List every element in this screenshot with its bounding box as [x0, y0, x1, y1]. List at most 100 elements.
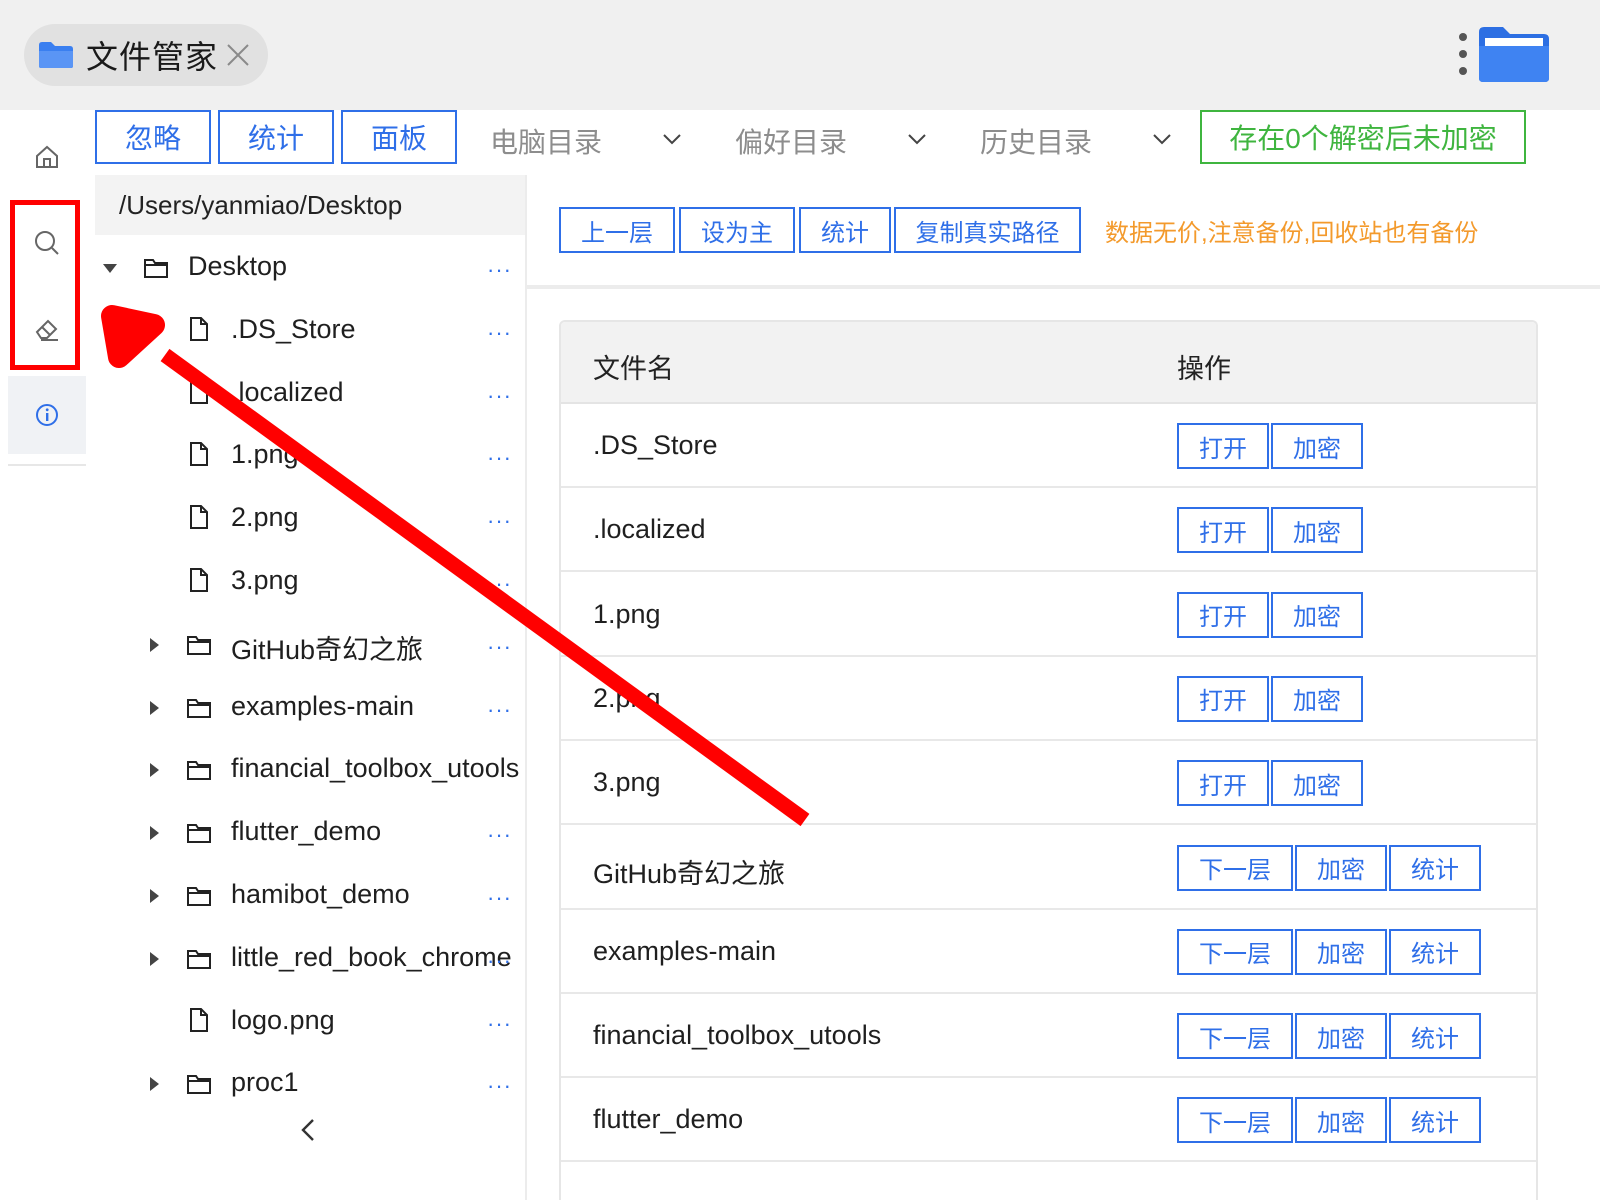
- more-options-icon[interactable]: ···: [487, 383, 512, 409]
- caret-right-icon[interactable]: [147, 951, 161, 966]
- chevron-down-icon: [1153, 134, 1171, 145]
- more-options-icon[interactable]: ···: [487, 822, 512, 848]
- encrypt-button[interactable]: 加密: [1271, 423, 1363, 469]
- file-table: 文件名 操作 .DS_Store 打开 加密 .localized 打开 加密 1.png 打…: [559, 320, 1538, 1200]
- backup-warning: 数据无价,注意备份,回收站也有备份: [1105, 220, 1479, 247]
- encrypt-button[interactable]: 加密: [1295, 928, 1387, 975]
- computer-dir-dropdown[interactable]: 电脑目录: [490, 118, 690, 164]
- more-options-icon[interactable]: ···: [487, 320, 512, 346]
- tree-item[interactable]: 1.png ···: [95, 425, 525, 487]
- tree-item[interactable]: proc1 ···: [95, 1053, 525, 1115]
- caret-right-icon[interactable]: [147, 889, 161, 903]
- open-button[interactable]: 打开: [1177, 760, 1269, 807]
- encrypt-button[interactable]: 加密: [1295, 1097, 1387, 1144]
- more-options-icon[interactable]: ···: [487, 948, 512, 974]
- more-options-icon[interactable]: ···: [487, 1011, 512, 1037]
- more-options-icon[interactable]: ···: [487, 257, 512, 283]
- stats-button[interactable]: 统计: [1389, 1097, 1481, 1144]
- tree-item[interactable]: GitHub奇幻之旅 ···: [95, 614, 525, 676]
- tree-item[interactable]: hamibot_demo ···: [95, 865, 525, 927]
- ignore-button[interactable]: 忽略: [95, 110, 211, 164]
- file-icon: [190, 505, 208, 530]
- caret-right-icon[interactable]: [147, 700, 161, 715]
- more-options-icon[interactable]: ···: [487, 508, 512, 534]
- stats-button[interactable]: 统计: [1389, 1013, 1481, 1060]
- go-up-button[interactable]: 上一层: [559, 207, 675, 253]
- panel-button[interactable]: 面板: [341, 110, 457, 164]
- caret-right-icon[interactable]: [147, 1077, 161, 1092]
- collapse-panel-icon[interactable]: [297, 1116, 321, 1144]
- table-row: .localized 打开 加密: [561, 488, 1536, 573]
- dropdown-label: 历史目录: [980, 127, 1093, 158]
- encrypt-button[interactable]: 加密: [1295, 1013, 1387, 1060]
- stats-button[interactable]: 统计: [1389, 928, 1481, 975]
- tree-item[interactable]: examples-main ···: [95, 677, 525, 739]
- encrypt-button[interactable]: 加密: [1295, 844, 1387, 891]
- folder-icon: [187, 698, 211, 718]
- annotation-highlight-box: [10, 200, 80, 370]
- stats-button[interactable]: 统计: [218, 110, 334, 164]
- app-tab[interactable]: 文件管家: [24, 24, 268, 86]
- open-button[interactable]: 打开: [1177, 591, 1269, 638]
- info-icon: [36, 404, 58, 426]
- tree-item[interactable]: 3.png ···: [95, 551, 525, 613]
- more-options-icon[interactable]: ···: [487, 445, 512, 471]
- caret-right-icon[interactable]: [147, 763, 161, 778]
- encrypt-button[interactable]: 加密: [1271, 675, 1363, 722]
- file-icon: [190, 442, 208, 467]
- next-level-button[interactable]: 下一层: [1177, 844, 1293, 891]
- next-level-button[interactable]: 下一层: [1177, 1097, 1293, 1144]
- open-button[interactable]: 打开: [1177, 423, 1269, 469]
- home-icon: [36, 145, 58, 168]
- tree-item[interactable]: flutter_demo ···: [95, 802, 525, 864]
- tree-item-label: 2.png: [231, 502, 299, 533]
- caret-right-icon[interactable]: [147, 826, 161, 841]
- more-menu-icon[interactable]: [1456, 33, 1470, 75]
- tree-root-path: /Users/yanmiao/Desktop: [95, 175, 525, 235]
- open-button[interactable]: 打开: [1177, 675, 1269, 722]
- tree-item[interactable]: .DS_Store ···: [95, 300, 525, 362]
- sidebar-item-about[interactable]: [8, 376, 86, 454]
- stats-button[interactable]: 统计: [1389, 844, 1481, 891]
- more-options-icon[interactable]: ···: [487, 634, 512, 660]
- open-button[interactable]: 打开: [1177, 507, 1269, 554]
- panel-divider[interactable]: [525, 175, 527, 1200]
- unencrypted-status-button[interactable]: 存在0个解密后未加密: [1200, 110, 1526, 164]
- tree-item[interactable]: little_red_book_chrome ···: [95, 928, 525, 990]
- encrypt-button[interactable]: 加密: [1271, 507, 1363, 554]
- folder-icon: [187, 635, 211, 655]
- caret-down-icon[interactable]: [103, 261, 117, 275]
- favorite-dir-dropdown[interactable]: 偏好目录: [735, 118, 935, 164]
- copy-real-path-button[interactable]: 复制真实路径: [894, 207, 1081, 253]
- dir-stats-button[interactable]: 统计: [799, 207, 891, 253]
- encrypt-button[interactable]: 加密: [1271, 760, 1363, 807]
- more-options-icon[interactable]: ···: [487, 571, 512, 597]
- caret-right-icon[interactable]: [147, 637, 161, 652]
- table-row: examples-main 下一层 加密 统计: [561, 910, 1536, 994]
- tree-item[interactable]: logo.png ···: [95, 991, 525, 1053]
- tree-item-label: .localized: [231, 376, 344, 407]
- close-icon[interactable]: [226, 43, 250, 67]
- next-level-button[interactable]: 下一层: [1177, 1013, 1293, 1060]
- chevron-down-icon: [908, 134, 926, 145]
- tree-item[interactable]: Desktop ···: [95, 237, 525, 299]
- file-name-cell: flutter_demo: [593, 1104, 744, 1135]
- history-dir-dropdown[interactable]: 历史目录: [980, 118, 1180, 164]
- table-row: .DS_Store 打开 加密: [561, 404, 1536, 488]
- tree-item[interactable]: financial_toolbox_utools: [95, 739, 525, 801]
- tree-item[interactable]: .localized ···: [95, 363, 525, 425]
- set-main-button[interactable]: 设为主: [679, 207, 795, 253]
- more-options-icon[interactable]: ···: [487, 697, 512, 723]
- sidebar-item-home[interactable]: [8, 118, 86, 196]
- next-level-button[interactable]: 下一层: [1177, 928, 1293, 975]
- tree-item-label: little_red_book_chrome: [231, 941, 512, 972]
- column-header-actions: 操作: [1177, 354, 1231, 384]
- more-options-icon[interactable]: ···: [487, 885, 512, 911]
- encrypt-button[interactable]: 加密: [1271, 591, 1363, 638]
- table-header: 文件名 操作: [561, 322, 1536, 404]
- app-window: 文件管家 忽略 统计 面板 电脑目录 偏好目录 历史目录 存在0个解密后未加密 …: [0, 0, 1600, 1200]
- dropdown-label: 电脑目录: [490, 127, 603, 158]
- tree-item[interactable]: 2.png ···: [95, 488, 525, 550]
- folder-icon: [144, 259, 168, 278]
- more-options-icon[interactable]: ···: [487, 1073, 512, 1099]
